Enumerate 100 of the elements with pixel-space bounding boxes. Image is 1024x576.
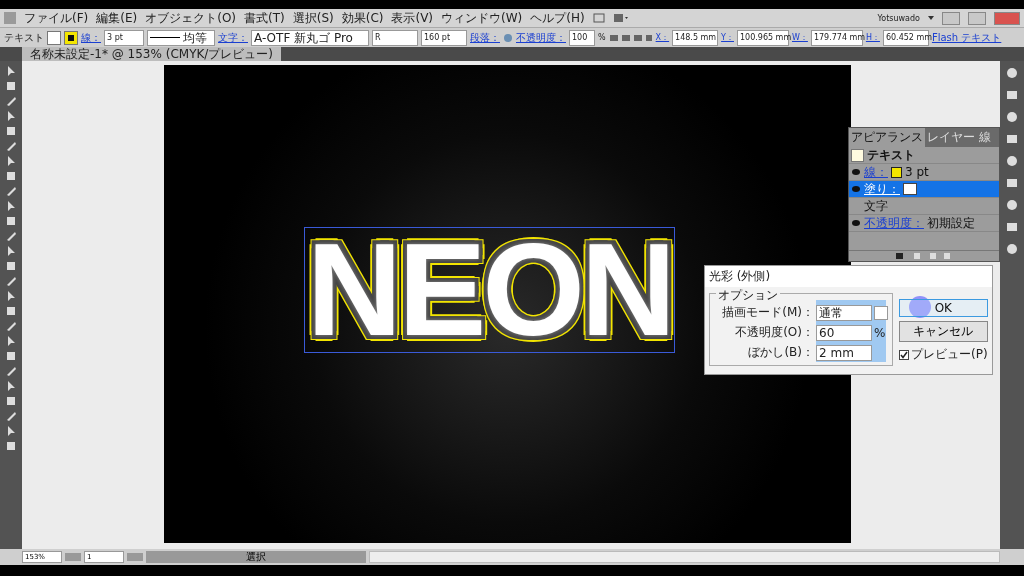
- tool-icon[interactable]: [5, 365, 17, 377]
- stroke-profile-dropdown[interactable]: 均等: [147, 29, 215, 46]
- tool-icon[interactable]: [5, 110, 17, 122]
- align-icons[interactable]: [608, 32, 653, 43]
- opacity-label: 不透明度(O)：: [734, 324, 814, 341]
- dock-panel-icon[interactable]: [1006, 199, 1018, 211]
- tool-icon[interactable]: [5, 425, 17, 437]
- menu-item[interactable]: 選択(S): [292, 9, 334, 27]
- tool-icon[interactable]: [5, 200, 17, 212]
- h-link[interactable]: H：: [865, 32, 880, 43]
- tool-icon[interactable]: [5, 290, 17, 302]
- dock-panel-icon[interactable]: [1006, 111, 1018, 123]
- menu-item[interactable]: 効果(C): [341, 9, 384, 27]
- tool-icon[interactable]: [5, 170, 17, 182]
- panel-tab[interactable]: レイヤー: [925, 128, 977, 147]
- w-field[interactable]: 179.774 mm: [810, 29, 863, 46]
- menu-item[interactable]: ファイル(F): [24, 9, 89, 27]
- tool-icon[interactable]: [5, 95, 17, 107]
- attribute-label[interactable]: 塗り：: [864, 180, 900, 198]
- tool-icon[interactable]: [5, 245, 17, 257]
- tool-icon[interactable]: [5, 305, 17, 317]
- opacity-input[interactable]: 60: [816, 324, 872, 341]
- character-link[interactable]: 文字：: [218, 30, 248, 45]
- dock-panel-icon[interactable]: [1006, 89, 1018, 101]
- percent-label: %: [598, 33, 606, 42]
- options-label: オプション: [716, 287, 780, 304]
- tool-icon[interactable]: [5, 350, 17, 362]
- dock-panel-icon[interactable]: [1006, 133, 1018, 145]
- stroke-color-swatch[interactable]: [891, 166, 902, 178]
- menu-item[interactable]: 編集(E): [96, 9, 138, 27]
- x-field[interactable]: 148.5 mm: [672, 29, 719, 46]
- appearance-plain-row[interactable]: 文字: [849, 198, 999, 215]
- tool-icon[interactable]: [5, 380, 17, 392]
- blend-mode-label: 描画モード(M)：: [721, 304, 814, 321]
- horizontal-scrollbar[interactable]: [369, 551, 1000, 563]
- tool-icon[interactable]: [5, 230, 17, 242]
- tool-icon[interactable]: [5, 395, 17, 407]
- font-family-field[interactable]: A-OTF 新丸ゴ Pro: [251, 29, 369, 46]
- fill-color-swatch[interactable]: [903, 183, 917, 195]
- fill-swatch[interactable]: [47, 30, 61, 45]
- paragraph-link[interactable]: 段落：: [470, 30, 500, 45]
- menu-item[interactable]: 書式(T): [244, 9, 285, 27]
- font-style-field[interactable]: R: [372, 29, 418, 46]
- stroke-weight-field[interactable]: 3 pt: [104, 29, 144, 46]
- panel-tab[interactable]: アピアランス: [849, 128, 925, 147]
- document-tab[interactable]: 名称未設定-1* @ 153% (CMYK/プレビュー): [22, 47, 282, 61]
- current-tool-status[interactable]: 選択: [146, 551, 366, 563]
- panel-tab[interactable]: 線: [977, 128, 993, 147]
- w-link[interactable]: W：: [792, 32, 808, 43]
- tool-icon[interactable]: [5, 155, 17, 167]
- arrange-documents-icon[interactable]: [612, 13, 629, 23]
- dropdown-caret-icon[interactable]: [928, 16, 934, 20]
- appearance-opacity-row[interactable]: 不透明度： 初期設定: [849, 215, 999, 232]
- attribute-value: 初期設定: [927, 214, 975, 232]
- tool-icon[interactable]: [5, 125, 17, 137]
- opacity-link[interactable]: 不透明度：: [516, 30, 566, 45]
- tool-icon[interactable]: [5, 410, 17, 422]
- percent-unit: %: [874, 325, 886, 340]
- user-menu[interactable]: Yotsuwado: [877, 13, 920, 23]
- tool-icon[interactable]: [5, 65, 17, 77]
- stroke-link[interactable]: 線：: [81, 30, 101, 45]
- tool-icon[interactable]: [5, 185, 17, 197]
- tool-icon[interactable]: [5, 80, 17, 92]
- y-field[interactable]: 100.965 mm: [737, 29, 789, 46]
- opacity-field[interactable]: 100: [569, 29, 595, 46]
- menu-item[interactable]: 表示(V): [391, 9, 434, 27]
- menu-item[interactable]: ヘルプ(H): [530, 9, 585, 27]
- y-link[interactable]: Y：: [721, 32, 734, 43]
- ok-button[interactable]: OK: [899, 299, 988, 317]
- stroke-swatch[interactable]: [64, 30, 78, 45]
- tool-icon[interactable]: [5, 260, 17, 272]
- blend-mode-dropdown[interactable]: 通常: [816, 304, 872, 321]
- tool-icon[interactable]: [5, 320, 17, 332]
- preview-label[interactable]: プレビュー(P): [911, 346, 988, 363]
- blur-input[interactable]: 2 mm: [816, 344, 872, 361]
- tool-icon[interactable]: [5, 440, 17, 452]
- attribute-label[interactable]: 文字: [864, 197, 888, 215]
- x-link[interactable]: X：: [655, 32, 670, 43]
- appearance-fill-row[interactable]: 塗り：: [849, 181, 999, 198]
- dock-panel-icon[interactable]: [1006, 221, 1018, 233]
- menu-item[interactable]: ウィンドウ(W): [441, 9, 523, 27]
- tool-icon[interactable]: [5, 335, 17, 347]
- flash-text-link[interactable]: Flash テキスト: [931, 30, 1002, 45]
- dock-panel-icon[interactable]: [1006, 243, 1018, 255]
- dock-panel-icon[interactable]: [1006, 177, 1018, 189]
- tool-icon[interactable]: [5, 215, 17, 227]
- visibility-eye-icon[interactable]: [851, 219, 861, 227]
- dock-panel-icon[interactable]: [1006, 67, 1018, 79]
- glow-color-swatch[interactable]: [874, 305, 888, 320]
- dialog-title: 光彩 (外側): [705, 266, 992, 287]
- dock-panel-icon[interactable]: [1006, 155, 1018, 167]
- close-button[interactable]: [994, 11, 1020, 25]
- blur-label: ぼかし(B)：: [747, 344, 814, 361]
- tool-icon[interactable]: [5, 140, 17, 152]
- tool-icon[interactable]: [5, 275, 17, 287]
- menu-item[interactable]: オブジェクト(O): [145, 9, 237, 27]
- object-type-label: テキスト: [867, 146, 915, 164]
- font-size-field[interactable]: 160 pt: [421, 29, 467, 46]
- cancel-button[interactable]: キャンセル: [899, 321, 988, 342]
- preview-checkbox[interactable]: [899, 349, 909, 360]
